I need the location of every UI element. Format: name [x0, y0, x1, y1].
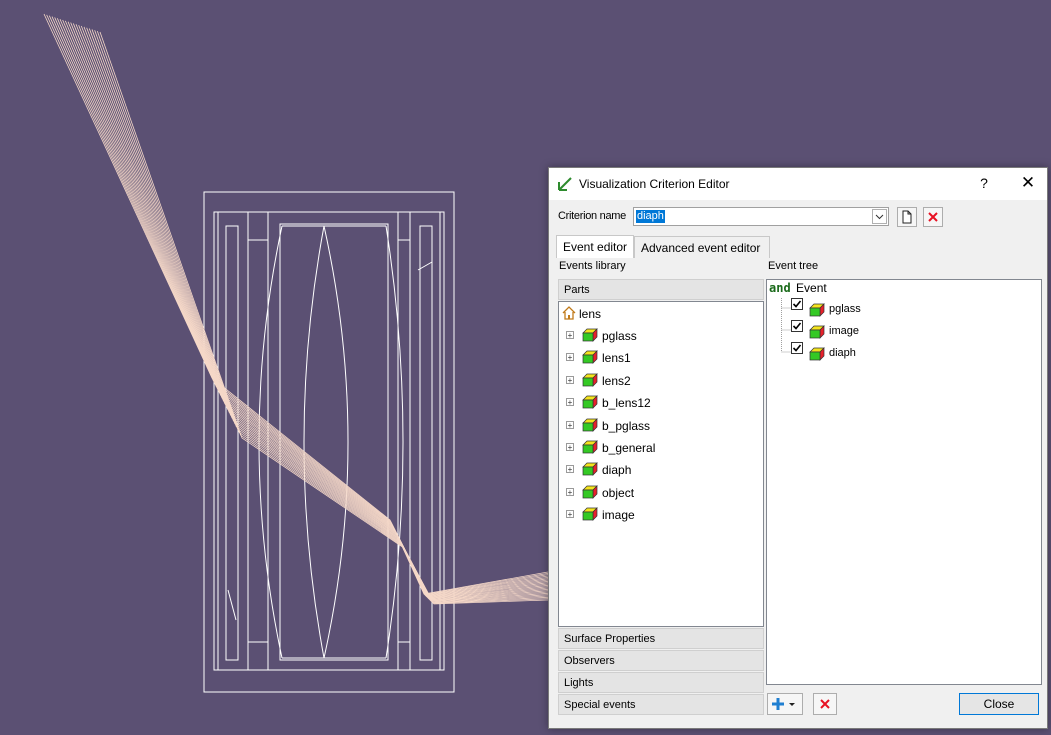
add-event-button[interactable] — [767, 693, 803, 715]
event-root-label: Event — [796, 281, 827, 295]
expand-icon[interactable]: + — [566, 420, 574, 429]
part-cube-icon — [582, 484, 598, 502]
title-bar: Visualization Criterion Editor ? ✕ — [549, 168, 1047, 200]
criterion-name-value[interactable]: diaph — [636, 210, 665, 223]
part-cube-icon — [582, 328, 598, 345]
delete-criterion-button[interactable] — [923, 207, 943, 227]
expand-icon[interactable]: + — [566, 465, 574, 474]
tree-item-label: lens1 — [602, 351, 631, 366]
lens1-back-surface — [303, 225, 325, 659]
part-cube-icon — [582, 372, 598, 390]
pglass-left-inner — [225, 225, 239, 661]
visualization-criterion-editor-dialog: Visualization Criterion Editor ? ✕ Crite… — [548, 167, 1048, 729]
new-document-icon — [902, 210, 912, 224]
tab-event-editor[interactable]: Event editor — [556, 235, 634, 258]
section-parts[interactable]: Parts — [558, 279, 764, 300]
criterion-name-combobox[interactable]: diaph — [633, 207, 889, 226]
section-lights[interactable]: Lights — [558, 672, 764, 693]
lens2-back-surface — [385, 225, 404, 659]
criterion-name-label: Criterion name — [558, 210, 626, 222]
tree-item-label: object — [602, 485, 635, 500]
event-child-label: pglass — [829, 303, 861, 315]
tree-item-label: diaph — [602, 463, 632, 478]
checkbox[interactable] — [791, 320, 803, 335]
expand-icon[interactable]: + — [566, 487, 574, 496]
event-tree-panel[interactable]: and Event pglass image diaph — [766, 279, 1042, 685]
section-surface-properties[interactable]: Surface Properties — [558, 628, 764, 649]
delete-icon — [928, 212, 938, 222]
tree-item-label: image — [602, 508, 635, 523]
pglass-left-outer — [217, 211, 249, 671]
part-cube-icon — [582, 507, 598, 524]
delete-icon — [820, 699, 830, 709]
tree-item-label: b_general — [602, 441, 656, 455]
part-cube-icon — [809, 325, 825, 342]
part-cube-icon — [582, 417, 598, 435]
help-button[interactable]: ? — [975, 175, 993, 191]
home-icon — [562, 306, 576, 320]
part-cube-icon — [809, 303, 825, 320]
tree-item-label: b_lens12 — [602, 396, 651, 411]
chevron-down-icon[interactable] — [872, 209, 887, 224]
close-window-button[interactable]: ✕ — [1019, 173, 1037, 193]
add-icon — [772, 698, 795, 710]
expand-icon[interactable]: + — [566, 331, 574, 340]
and-operator: and — [769, 281, 791, 295]
events-library-panel: Parts lens + pglass + lens1 + lens2 + b_lens12 +… — [558, 279, 764, 719]
dialog-title: Visualization Criterion Editor — [579, 177, 730, 191]
tree-item-label: lens2 — [602, 373, 631, 388]
part-cube-icon — [582, 440, 598, 457]
tree-item-label: b_pglass — [602, 418, 651, 433]
part-cube-icon — [582, 395, 598, 412]
event-root[interactable]: and Event — [769, 281, 827, 295]
criterion-editor-app-icon — [558, 177, 572, 191]
expand-icon[interactable]: + — [566, 398, 574, 407]
events-library-label: Events library — [559, 260, 626, 272]
lens-wireframe — [203, 191, 455, 693]
housing-outer — [203, 191, 455, 693]
expand-icon[interactable]: + — [566, 443, 574, 452]
section-special-events[interactable]: Special events — [558, 694, 764, 715]
expand-icon[interactable]: + — [566, 375, 574, 384]
section-observers[interactable]: Observers — [558, 650, 764, 671]
tab-advanced-event-editor[interactable]: Advanced event editor — [634, 236, 770, 258]
tree-item-label: lens — [579, 307, 602, 321]
expand-icon[interactable]: + — [566, 510, 574, 519]
part-cube-icon — [582, 462, 598, 479]
event-child-label: image — [829, 325, 859, 337]
ray-traces — [43, 13, 549, 605]
close-button[interactable]: Close — [959, 693, 1039, 715]
remove-event-button[interactable] — [813, 693, 837, 715]
part-cube-icon — [809, 347, 825, 364]
part-cube-icon — [582, 350, 598, 367]
tree-item-label: pglass — [602, 329, 637, 343]
checkbox[interactable] — [791, 298, 803, 313]
checkbox[interactable] — [791, 342, 803, 357]
expand-icon[interactable]: + — [566, 353, 574, 362]
event-tree-label: Event tree — [768, 260, 819, 272]
new-criterion-button[interactable] — [897, 207, 917, 227]
lens2-front-surface — [323, 225, 349, 659]
barrel-inner — [279, 223, 389, 661]
event-child-label: diaph — [829, 347, 856, 359]
parts-tree[interactable]: lens + pglass + lens1 + lens2 + b_lens12 + b_pgla… — [558, 301, 764, 627]
